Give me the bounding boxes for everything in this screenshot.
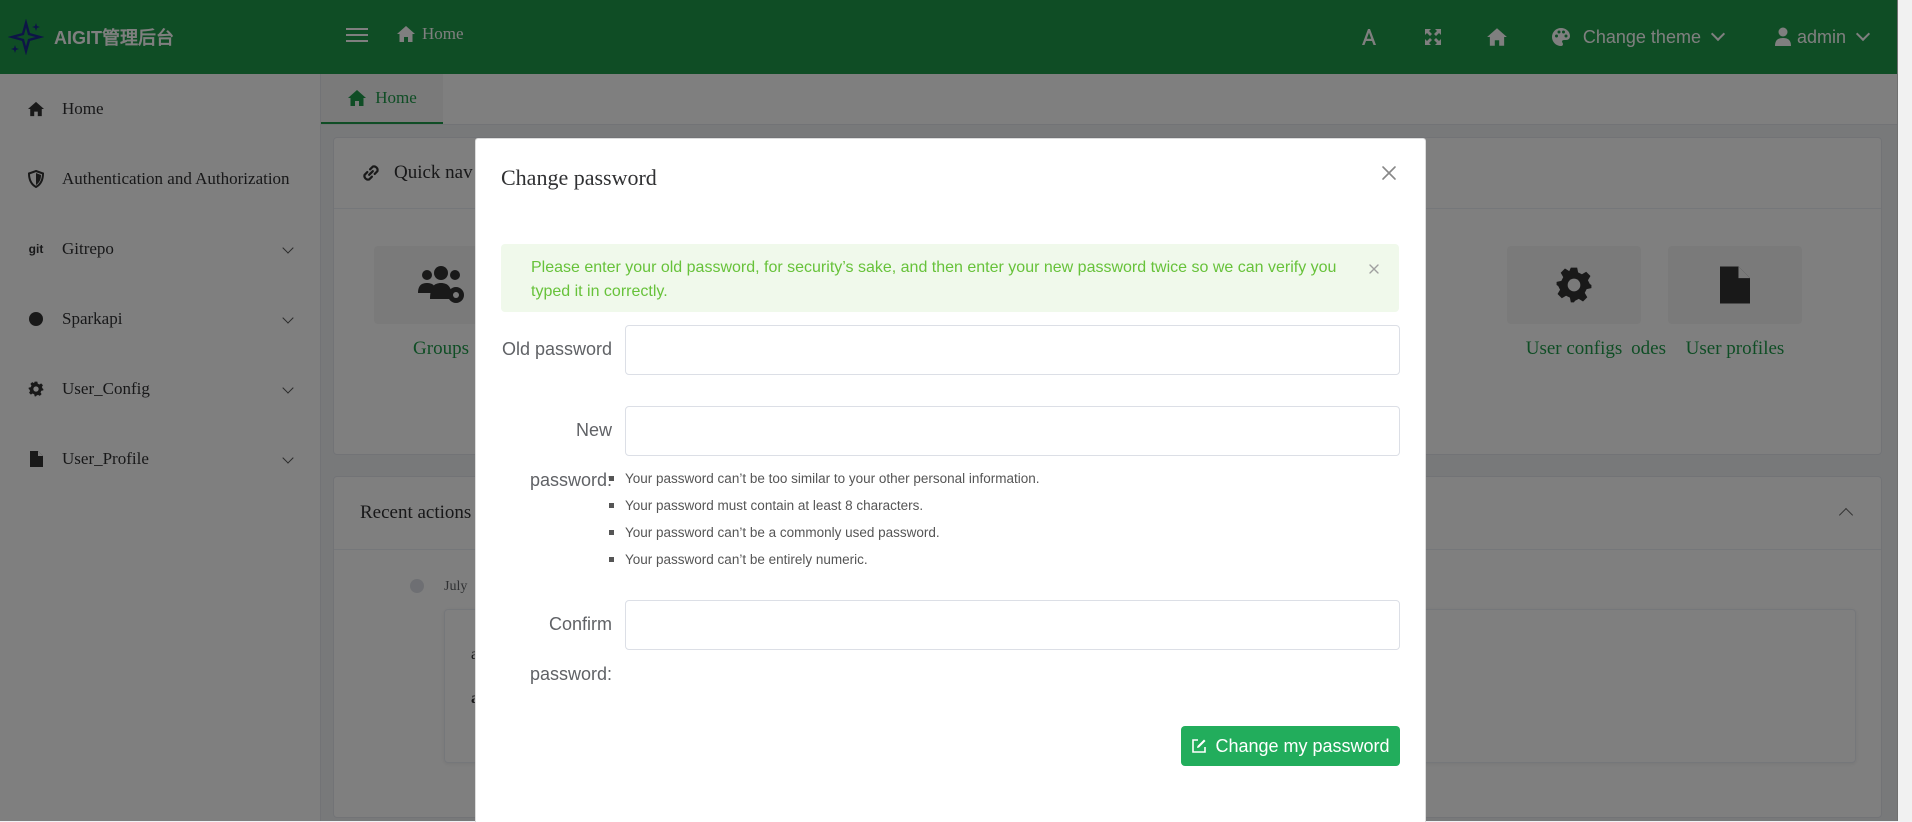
help-item: Your password can’t be a commonly used p… xyxy=(609,519,1039,546)
change-password-modal: Change password Please enter your old pa… xyxy=(475,138,1426,822)
old-password-input[interactable] xyxy=(625,325,1400,375)
alert-message: Please enter your old password, for secu… xyxy=(531,259,1337,300)
help-item: Your password can’t be too similar to yo… xyxy=(609,465,1039,492)
change-password-button-label: Change my password xyxy=(1215,735,1390,756)
close-icon[interactable] xyxy=(1367,262,1381,276)
new-password-label-line2: password: xyxy=(529,470,612,490)
confirm-password-label-line2: password: xyxy=(529,664,612,684)
close-icon[interactable] xyxy=(1379,163,1399,183)
modal-title: Change password xyxy=(501,165,657,190)
page-scrollbar[interactable] xyxy=(1897,0,1912,821)
confirm-password-label: Confirm xyxy=(548,614,612,634)
info-alert: Please enter your old password, for secu… xyxy=(501,244,1399,312)
help-item: Your password must contain at least 8 ch… xyxy=(609,492,1039,519)
help-item: Your password can’t be entirely numeric. xyxy=(609,546,1039,573)
password-help-list: Your password can’t be too similar to yo… xyxy=(609,465,1039,573)
edit-icon xyxy=(1192,739,1207,753)
new-password-label: New xyxy=(575,420,612,440)
change-password-button[interactable]: Change my password xyxy=(1181,726,1400,766)
new-password-input[interactable] xyxy=(625,406,1400,456)
confirm-password-input[interactable] xyxy=(625,600,1400,650)
old-password-label: Old password xyxy=(501,339,612,359)
